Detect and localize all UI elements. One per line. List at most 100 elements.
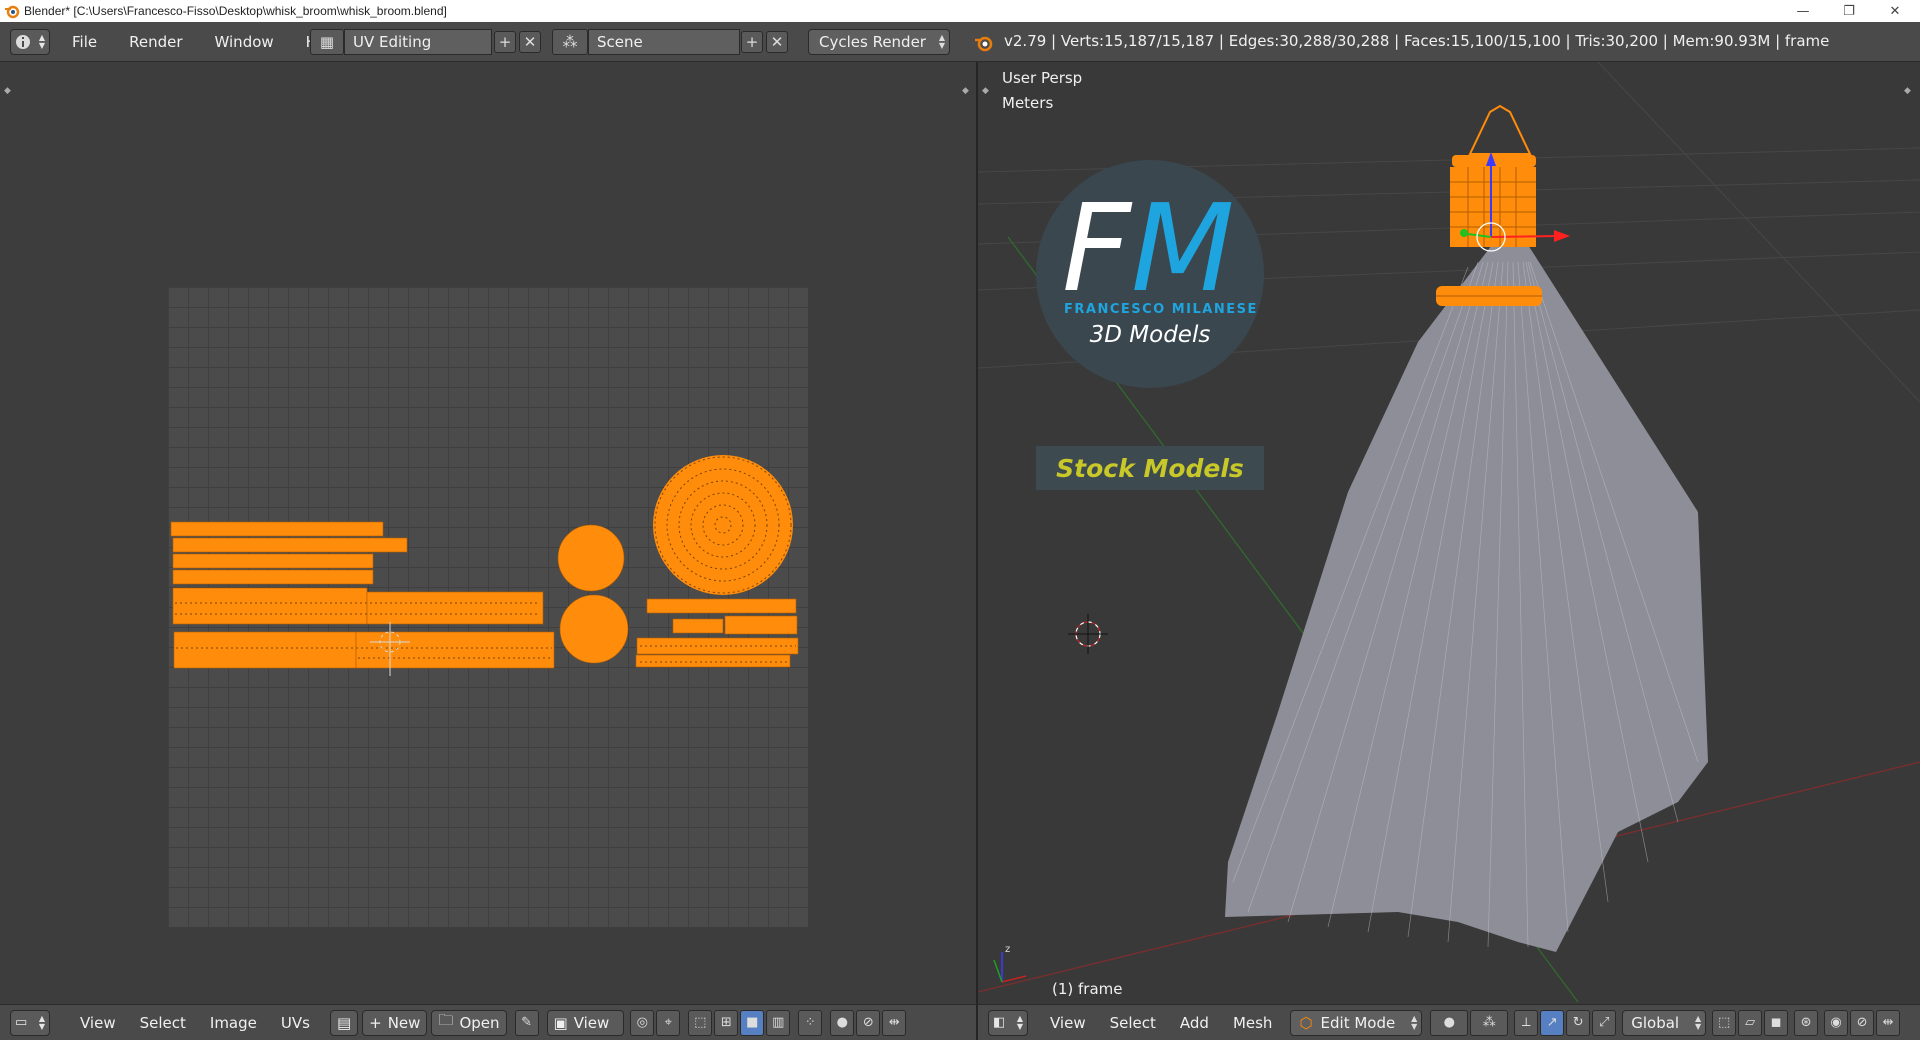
- image-icon: ▤: [336, 1013, 352, 1032]
- face-select-mode-icon[interactable]: ◼: [1764, 1009, 1789, 1036]
- layout-grid-icon: ▦: [319, 33, 335, 51]
- scale-manipulator-icon[interactable]: ⤢: [1592, 1009, 1617, 1036]
- dense-uv-circle: [653, 455, 793, 595]
- view3d-menu-select[interactable]: Select: [1098, 1014, 1168, 1032]
- snap-element-icon[interactable]: ⇹: [1876, 1009, 1901, 1036]
- plus-icon: +: [498, 33, 512, 51]
- updown-arrows-icon: ▲ ▼: [1694, 1013, 1702, 1031]
- vertex-select-mode-icon[interactable]: ⬚: [1712, 1009, 1737, 1036]
- x-gizmo-line[interactable]: [1490, 235, 1559, 238]
- updown-arrows-icon: ▲ ▼: [38, 1013, 45, 1031]
- info-icon: [16, 34, 30, 49]
- delete-scene-button[interactable]: ✕: [766, 31, 788, 53]
- menu-window[interactable]: Window: [205, 33, 284, 51]
- updown-arrows-icon: ▲ ▼: [38, 32, 45, 50]
- blender-logo-icon: [5, 5, 20, 19]
- open-image-button[interactable]: 🗀 Open: [431, 1009, 507, 1036]
- proportional-editing-icon[interactable]: ◉: [1824, 1009, 1849, 1036]
- edge-select-mode-icon[interactable]: ▱: [1738, 1009, 1763, 1036]
- broom-bristles-mesh: [1225, 237, 1708, 952]
- image-editor-icon: ▭: [15, 1015, 28, 1030]
- uv-image-editor[interactable]: ◆ ◆: [0, 62, 976, 1004]
- logo-subtitle: 3D Models: [1089, 322, 1211, 348]
- transform-orientation-dropdown[interactable]: Global ▲ ▼: [1622, 1009, 1707, 1036]
- svg-text:z: z: [1005, 944, 1010, 955]
- x-gizmo-arrow-icon[interactable]: [1554, 230, 1570, 242]
- snap-toggle-icon[interactable]: ⊘: [1850, 1009, 1875, 1036]
- proportional-edit-icon[interactable]: ●: [830, 1009, 855, 1036]
- limit-selection-icon[interactable]: ⊛: [1794, 1009, 1819, 1036]
- snap-icon[interactable]: ⊘: [856, 1009, 881, 1036]
- restore-button[interactable]: ❐: [1826, 0, 1872, 22]
- editor-type-dropdown[interactable]: ◧ ▲ ▼: [988, 1009, 1028, 1036]
- render-engine-label: Cycles Render: [819, 33, 926, 51]
- minimize-button[interactable]: —: [1780, 0, 1826, 22]
- window-titlebar: Blender* [C:\Users\Francesco-Fisso\Deskt…: [0, 0, 1920, 22]
- 3d-view-icon: ◧: [993, 1015, 1006, 1030]
- uv-islands: [170, 455, 799, 676]
- add-scene-button[interactable]: +: [741, 31, 763, 53]
- 3d-cursor[interactable]: [1068, 614, 1108, 654]
- edge-select-icon[interactable]: ⊞: [714, 1009, 739, 1036]
- orientation-axes-icon: z: [993, 944, 1027, 983]
- scene-icon: ⁂: [562, 33, 578, 51]
- viewport-shading-icon[interactable]: ●: [1430, 1009, 1469, 1036]
- rotate-manipulator-icon[interactable]: ↻: [1566, 1009, 1591, 1036]
- view-mode-dropdown[interactable]: ▣ View: [546, 1009, 625, 1036]
- x-icon: ✕: [523, 33, 537, 51]
- pivot-point-icon[interactable]: ⁂: [1470, 1009, 1509, 1036]
- fm-logo: FM FRANCESCO MILANESE 3D Models Stock Mo…: [1036, 160, 1264, 490]
- edit-mode-icon: ⬡: [1299, 1013, 1313, 1032]
- image-browse-button[interactable]: ▤: [329, 1009, 359, 1036]
- new-image-button[interactable]: + New: [362, 1009, 428, 1036]
- sticky-select-icon[interactable]: ⌖: [656, 1009, 681, 1036]
- uv-menu-view[interactable]: View: [68, 1014, 128, 1032]
- vertex-select-icon[interactable]: ⬚: [688, 1009, 713, 1036]
- translate-manipulator-icon[interactable]: ↗: [1540, 1009, 1565, 1036]
- menu-render[interactable]: Render: [119, 33, 192, 51]
- x-icon: ✕: [770, 33, 784, 51]
- logo-name: FRANCESCO MILANESE: [1064, 302, 1258, 317]
- menu-file[interactable]: File: [62, 33, 107, 51]
- view3d-menu-view[interactable]: View: [1038, 1014, 1098, 1032]
- scene-statistics: v2.79 | Verts:15,187/15,187 | Edges:30,2…: [1004, 32, 1830, 50]
- sticky-mode-icon[interactable]: ⁘: [798, 1009, 823, 1036]
- logo-monogram: FM: [1062, 180, 1235, 319]
- screen-layout-browse[interactable]: ▦: [310, 29, 344, 55]
- active-object-label: (1) frame: [1052, 980, 1123, 998]
- snap-target-icon[interactable]: ⇹: [882, 1009, 907, 1036]
- pin-icon[interactable]: ✎: [514, 1009, 539, 1036]
- mode-dropdown[interactable]: ⬡ Edit Mode ▲ ▼: [1290, 1009, 1423, 1036]
- pivot-icon[interactable]: ◎: [630, 1009, 655, 1036]
- view3d-menu-add[interactable]: Add: [1168, 1014, 1221, 1032]
- render-engine-dropdown[interactable]: Cycles Render ▲ ▼: [808, 29, 950, 55]
- updown-arrows-icon: ▲ ▼: [1016, 1013, 1023, 1031]
- uv-menu-image[interactable]: Image: [198, 1014, 269, 1032]
- plus-icon: +: [745, 33, 759, 51]
- screen-layout-field[interactable]: UV Editing: [344, 29, 492, 55]
- y-gizmo-handle-icon[interactable]: [1460, 229, 1468, 237]
- blender-logo-icon: [975, 36, 993, 52]
- editor-type-dropdown[interactable]: ▭ ▲ ▼: [10, 1009, 50, 1036]
- scene-field[interactable]: Scene: [588, 29, 740, 55]
- delete-layout-button[interactable]: ✕: [519, 31, 541, 53]
- manipulator-toggle-icon[interactable]: ⟂: [1514, 1009, 1539, 1036]
- view-icon: ▣: [553, 1013, 568, 1032]
- updown-arrows-icon: ▲ ▼: [1411, 1013, 1418, 1031]
- view3d-header: ◧ ▲ ▼ View Select Add Mesh ⬡ Edit Mode ▲ ▼…: [978, 1004, 1920, 1040]
- window-title: Blender* [C:\Users\Francesco-Fisso\Deskt…: [24, 4, 447, 18]
- close-button[interactable]: ✕: [1872, 0, 1918, 22]
- plus-icon: +: [369, 1013, 382, 1032]
- uv-menu-uvs[interactable]: UVs: [269, 1014, 322, 1032]
- uv-editor-header: ▭ ▲ ▼ View Select Image UVs ▤ + New 🗀 Open …: [0, 1004, 976, 1040]
- folder-icon: 🗀: [438, 1011, 454, 1029]
- logo-tagline: Stock Models: [1036, 446, 1264, 490]
- uv-menu-select[interactable]: Select: [128, 1014, 198, 1032]
- editor-type-info-dropdown[interactable]: ▲ ▼: [10, 28, 50, 55]
- face-select-icon[interactable]: ■: [740, 1009, 765, 1036]
- 3d-viewport[interactable]: ◆ ◆ User Persp Meters z FM FRANCESCO MIL…: [978, 62, 1920, 1004]
- island-select-icon[interactable]: ▥: [766, 1009, 791, 1036]
- view3d-menu-mesh[interactable]: Mesh: [1221, 1014, 1285, 1032]
- scene-browse[interactable]: ⁂: [552, 29, 588, 55]
- add-layout-button[interactable]: +: [494, 31, 516, 53]
